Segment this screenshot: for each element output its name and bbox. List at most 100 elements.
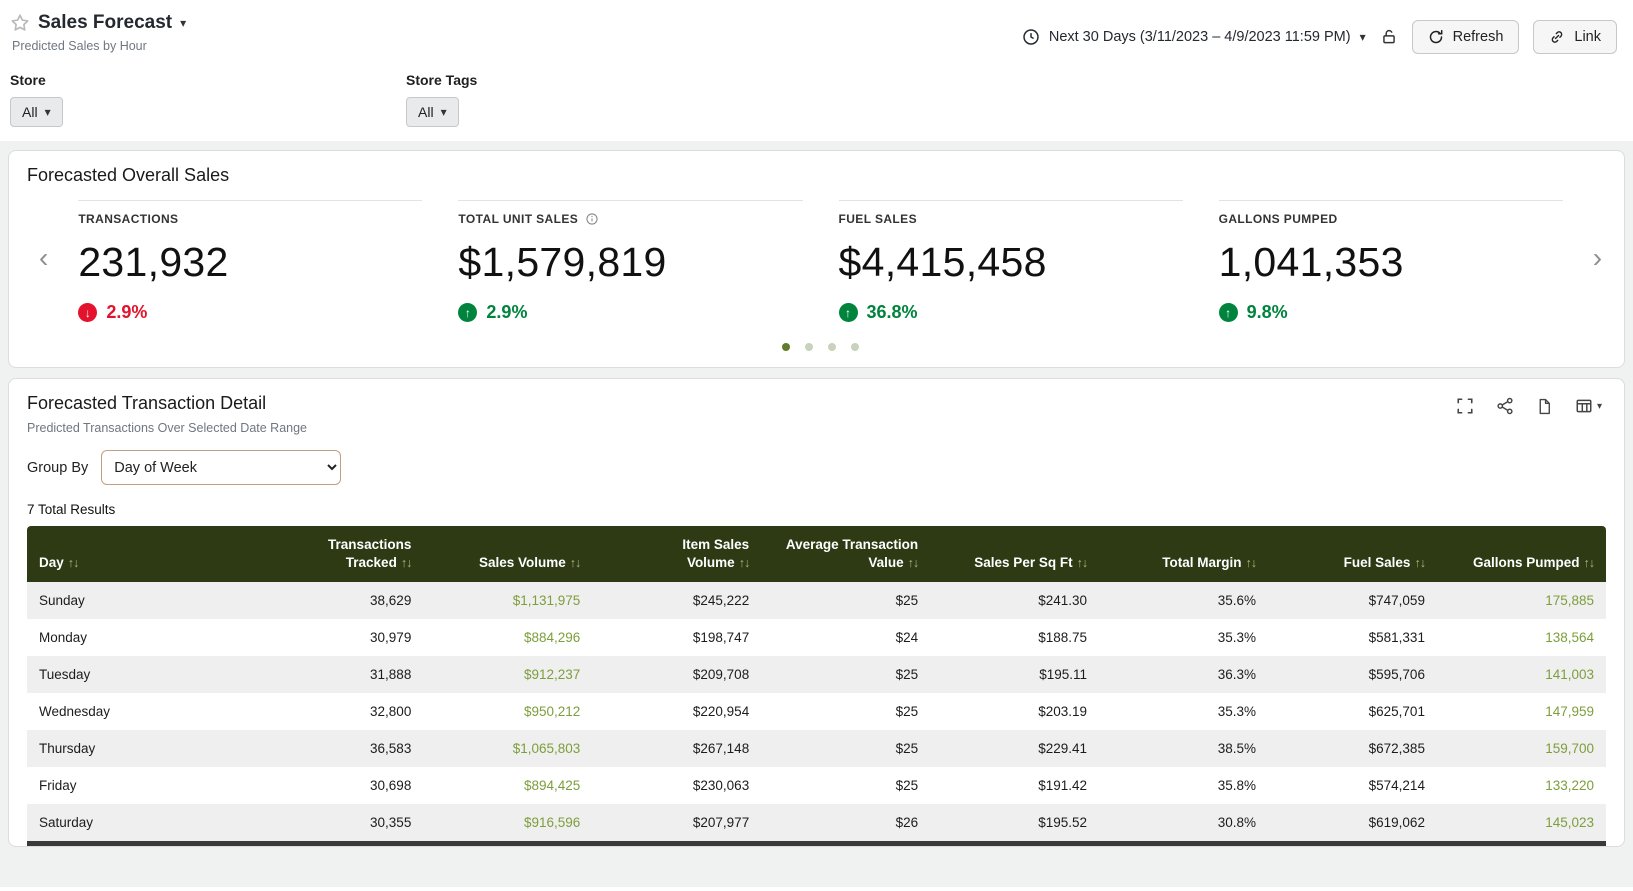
cell-day: Wednesday xyxy=(39,704,111,720)
sort-icon[interactable]: ↑↓ xyxy=(1077,556,1088,570)
sort-icon[interactable]: ↑↓ xyxy=(1246,556,1257,570)
table-header-row: Day ↑↓ Transactions Tracked ↑↓ Sales Volum… xyxy=(27,526,1606,583)
cell-item-sales: $230,063 xyxy=(692,778,750,794)
kpi-fuel-sales: FUEL SALES $4,415,458 ↑ 36.8% xyxy=(838,200,1183,323)
cell-gallons-link[interactable]: 145,023 xyxy=(1437,804,1606,841)
cell-avg-transaction: $25 xyxy=(895,741,919,757)
cell-transactions: 30,355 xyxy=(370,815,412,831)
cell-sales-volume-link[interactable]: $912,237 xyxy=(423,656,592,693)
cell-sales-volume-link[interactable]: $1,131,975 xyxy=(423,582,592,619)
cell-day: Monday xyxy=(39,630,88,646)
column-header-sales-volume[interactable]: Sales Volume ↑↓ xyxy=(423,526,593,583)
favorite-star-icon[interactable] xyxy=(10,13,30,33)
cell-sales-volume-link[interactable]: $950,212 xyxy=(423,693,592,730)
cell-item-sales: $198,747 xyxy=(692,630,750,646)
cell-avg-transaction: $25 xyxy=(895,778,919,794)
cell-gallons-link[interactable]: 133,220 xyxy=(1437,767,1606,804)
export-button[interactable] xyxy=(1536,398,1553,415)
chevron-down-icon: ▾ xyxy=(440,105,447,119)
table-row: Saturday 30,355 $916,596 $207,977 $26 $1… xyxy=(27,804,1606,842)
cell-fuel-sales: $747,059 xyxy=(1368,593,1425,609)
down-arrow-icon: ↓ xyxy=(78,303,98,322)
cell-sales-volume-link[interactable]: $916,596 xyxy=(423,804,592,841)
column-header-gallons-pumped[interactable]: Gallons Pumped ↑↓ xyxy=(1436,526,1606,583)
cell-transactions: 38,629 xyxy=(370,593,412,609)
column-header-transactions-tracked[interactable]: Transactions Tracked ↑↓ xyxy=(254,526,424,583)
carousel-dot[interactable] xyxy=(828,343,836,351)
carousel-next-icon[interactable]: › xyxy=(1581,244,1614,272)
cell-sales-per-sqft: $191.42 xyxy=(1038,778,1088,794)
cell-avg-transaction: $25 xyxy=(895,704,919,720)
up-arrow-icon: ↑ xyxy=(458,303,478,322)
column-header-sales-per-sqft[interactable]: Sales Per Sq Ft ↑↓ xyxy=(930,526,1100,583)
file-icon xyxy=(1539,398,1550,414)
cell-avg-transaction: $25 xyxy=(895,667,919,683)
sort-icon[interactable]: ↑↓ xyxy=(739,556,750,570)
forecasted-overall-sales-card: Forecasted Overall Sales ‹ TRANSACTIONS … xyxy=(8,150,1625,368)
link-icon xyxy=(1552,31,1563,43)
cell-avg-transaction: $25 xyxy=(895,593,919,609)
cell-day: Thursday xyxy=(39,741,96,757)
cell-total-margin: 35.3% xyxy=(1217,704,1257,720)
cell-sales-per-sqft: $188.75 xyxy=(1038,630,1088,646)
cell-gallons-link[interactable]: 138,564 xyxy=(1437,619,1606,656)
table-row: Monday 30,979 $884,296 $198,747 $24 $188… xyxy=(27,619,1606,656)
cell-gallons-link[interactable]: 159,700 xyxy=(1437,730,1606,767)
store-tags-dropdown[interactable]: All ▾ xyxy=(406,97,459,127)
table-options-button[interactable]: ▾ xyxy=(1575,397,1602,415)
chart-view-button[interactable] xyxy=(1496,397,1514,415)
up-arrow-icon: ↑ xyxy=(838,303,858,322)
kpi-value: 231,932 xyxy=(78,239,229,285)
sort-icon[interactable]: ↑↓ xyxy=(1414,556,1425,570)
sort-icon[interactable]: ↑↓ xyxy=(570,556,581,570)
cell-day: Sunday xyxy=(39,593,85,609)
column-header-fuel-sales[interactable]: Fuel Sales ↑↓ xyxy=(1268,526,1437,583)
cell-sales-volume-link[interactable]: $1,065,803 xyxy=(423,730,592,767)
kpi-delta: ↑ 9.8% xyxy=(1218,302,1563,323)
cell-total-margin: 38.5% xyxy=(1217,741,1257,757)
carousel-prev-icon[interactable]: ‹ xyxy=(27,244,60,272)
refresh-button[interactable]: Refresh xyxy=(1411,20,1520,54)
sort-icon[interactable]: ↑↓ xyxy=(68,556,79,570)
link-button[interactable]: Link xyxy=(1533,20,1617,54)
cell-total-margin: 35.8% xyxy=(1217,778,1257,794)
cell-fuel-sales: $625,701 xyxy=(1368,704,1425,720)
column-header-day[interactable]: Day ↑↓ xyxy=(27,526,255,583)
cell-fuel-sales: $574,214 xyxy=(1368,778,1425,794)
cell-gallons-link[interactable]: 141,003 xyxy=(1437,656,1606,693)
carousel-dot[interactable] xyxy=(805,343,813,351)
title-caret-icon[interactable]: ▾ xyxy=(180,17,186,29)
clock-icon xyxy=(1023,29,1039,45)
date-caret-icon: ▾ xyxy=(1359,30,1366,44)
table-row: Friday 30,698 $894,425 $230,063 $25 $191… xyxy=(27,767,1606,804)
carousel-dot[interactable] xyxy=(782,343,790,351)
cell-gallons-link[interactable]: 147,959 xyxy=(1437,693,1606,730)
page-title: Sales Forecast xyxy=(38,12,173,33)
share-nodes-icon xyxy=(1497,397,1513,415)
unlock-icon[interactable] xyxy=(1380,28,1398,46)
cell-sales-volume-link[interactable]: $884,296 xyxy=(423,619,592,656)
column-header-item-sales-volume[interactable]: Item Sales Volume ↑↓ xyxy=(592,526,762,583)
detail-subtitle: Predicted Transactions Over Selected Dat… xyxy=(27,421,308,435)
cell-gallons-link[interactable]: 175,885 xyxy=(1437,582,1606,619)
cell-sales-volume-link[interactable]: $894,425 xyxy=(423,767,592,804)
info-icon[interactable] xyxy=(585,212,599,226)
table-row: Tuesday 31,888 $912,237 $209,708 $25 $19… xyxy=(27,656,1606,694)
cell-transactions: 30,979 xyxy=(370,630,412,646)
detail-toolbar: ▾ xyxy=(1456,397,1602,415)
carousel-dot[interactable] xyxy=(851,343,859,351)
cell-transactions: 32,800 xyxy=(370,704,412,720)
column-header-total-margin[interactable]: Total Margin ↑↓ xyxy=(1099,526,1269,583)
chevron-down-icon: ▾ xyxy=(1596,400,1602,412)
sort-icon[interactable]: ↑↓ xyxy=(401,556,412,570)
group-by-select[interactable]: Day of Week xyxy=(101,450,342,485)
cell-sales-per-sqft: $195.52 xyxy=(1038,815,1088,831)
date-range-selector[interactable]: Next 30 Days (3/11/2023 – 4/9/2023 11:59… xyxy=(1022,28,1366,46)
sort-icon[interactable]: ↑↓ xyxy=(1584,556,1595,570)
store-dropdown[interactable]: All ▾ xyxy=(10,97,63,127)
column-header-average-transaction-value[interactable]: Average Transaction Value ↑↓ xyxy=(761,526,931,583)
kpi-gallons-pumped: GALLONS PUMPED 1,041,353 ↑ 9.8% xyxy=(1218,200,1563,323)
fullscreen-button[interactable] xyxy=(1456,397,1474,415)
sort-icon[interactable]: ↑↓ xyxy=(908,556,919,570)
top-bar: Sales Forecast ▾ Predicted Sales by Hour… xyxy=(0,0,1633,54)
